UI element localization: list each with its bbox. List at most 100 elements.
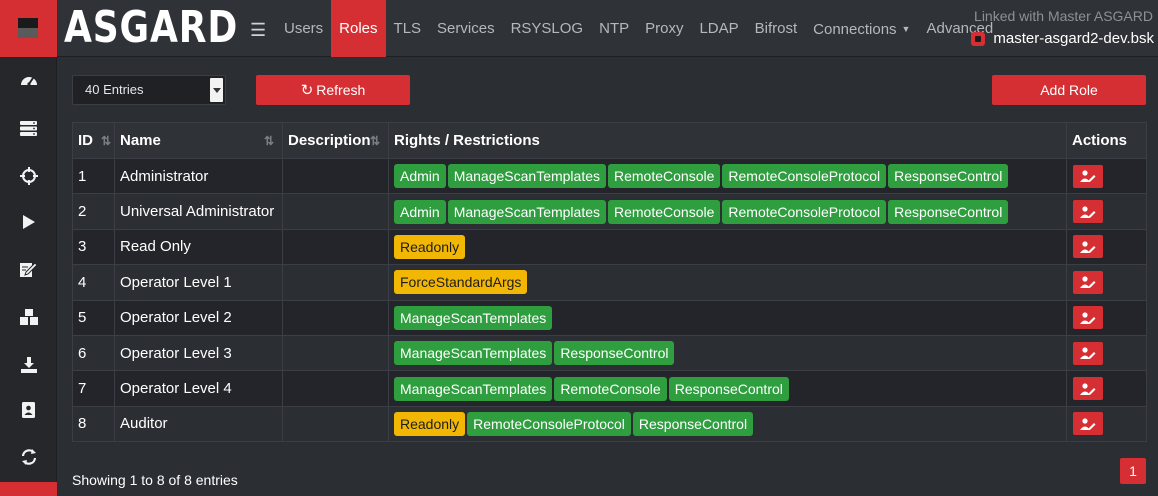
linked-master-label: Linked with Master ASGARD <box>974 8 1153 24</box>
nav-item-tls[interactable]: TLS <box>386 0 430 57</box>
nav-item-roles[interactable]: Roles <box>331 0 386 57</box>
servers-icon[interactable] <box>0 110 57 146</box>
right-badge: RemoteConsoleProtocol <box>467 411 631 436</box>
column-header-name[interactable]: Name ⇅ <box>114 122 283 159</box>
download-icon[interactable] <box>0 347 57 383</box>
right-badge: ManageScanTemplates <box>394 305 553 330</box>
user-edit-icon <box>1073 271 1103 294</box>
right-badge: RemoteConsole <box>608 164 721 189</box>
edit-role-button[interactable] <box>1073 200 1103 224</box>
nav-item-bifrost[interactable]: Bifrost <box>747 0 806 57</box>
cell-actions <box>1066 334 1147 372</box>
edit-role-button[interactable] <box>1073 341 1103 365</box>
right-badge: ResponseControl <box>554 341 675 366</box>
table-row: 3 Read Only Readonly <box>72 228 1147 266</box>
edit-role-button[interactable] <box>1073 164 1103 188</box>
play-icon[interactable] <box>0 204 57 240</box>
edit-role-button[interactable] <box>1073 306 1103 330</box>
right-badge: ResponseControl <box>888 164 1009 189</box>
nav-item-rsyslog[interactable]: RSYSLOG <box>503 0 592 57</box>
cell-name: Administrator <box>114 157 283 195</box>
entries-per-page-select[interactable]: 40 Entries <box>72 75 226 105</box>
cell-description <box>282 264 389 301</box>
edit-role-button[interactable] <box>1073 412 1103 436</box>
cell-rights: Admin ManageScanTemplates RemoteConsole Rem… <box>388 157 1067 195</box>
nav-item-users[interactable]: Users <box>276 0 331 57</box>
cell-rights: Readonly <box>388 228 1067 266</box>
nav-item-ntp[interactable]: NTP <box>591 0 637 57</box>
table-header-row: ID ⇅ Name ⇅ Description ⇅ Rights / Restrict… <box>72 122 1147 159</box>
right-badge: Readonly <box>394 234 466 259</box>
nav-item-services[interactable]: Services <box>429 0 503 57</box>
add-role-button[interactable]: Add Role <box>992 75 1146 105</box>
dashboard-icon[interactable] <box>0 62 57 98</box>
user-edit-icon <box>1073 200 1103 223</box>
right-badge: Admin <box>394 164 446 189</box>
refresh-icon: ↻ <box>300 82 314 99</box>
nav-item-proxy[interactable]: Proxy <box>637 0 691 57</box>
right-badge: RemoteConsole <box>554 376 667 401</box>
cell-id: 1 <box>72 157 115 195</box>
nav-item-label: Proxy <box>645 20 684 37</box>
cell-actions <box>1066 370 1147 407</box>
crosshair-icon[interactable] <box>0 158 57 194</box>
user-edit-icon <box>1073 377 1103 400</box>
cell-id: 4 <box>72 264 115 301</box>
right-badge: RemoteConsoleProtocol <box>722 164 887 189</box>
column-header-description-label: Description <box>288 132 371 149</box>
cell-description <box>282 193 389 230</box>
refresh-label: Refresh <box>316 82 366 98</box>
column-header-id[interactable]: ID ⇅ <box>72 122 115 159</box>
refresh-button[interactable]: ↻ Refresh <box>256 75 410 105</box>
nav-item-label: TLS <box>393 20 422 37</box>
cell-name: Operator Level 3 <box>114 334 283 372</box>
cell-name: Operator Level 1 <box>114 264 283 301</box>
sort-icon: ⇅ <box>369 134 380 148</box>
logo-mark-icon <box>18 18 38 38</box>
right-badge: ResponseControl <box>668 376 789 401</box>
right-badge: ManageScanTemplates <box>394 376 553 401</box>
top-bar: ASGARD ☰ Users Roles TLS Services RSYSLOG NTP… <box>0 0 1158 57</box>
brand-title[interactable]: ASGARD <box>64 2 238 54</box>
user-edit-icon <box>1073 412 1103 435</box>
column-header-description[interactable]: Description ⇅ <box>282 122 389 159</box>
table-row: 7 Operator Level 4 ManageScanTemplates Remo… <box>72 370 1147 407</box>
sidebar <box>0 57 57 496</box>
edit-role-button[interactable] <box>1073 235 1103 259</box>
server-status-icon <box>971 31 986 46</box>
pagination-page-1[interactable]: 1 <box>1120 458 1146 484</box>
caret-down-icon: ▼ <box>901 24 911 34</box>
nav-item-label: NTP <box>599 20 630 37</box>
cell-rights: Readonly RemoteConsoleProtocol ResponseCon… <box>388 405 1067 443</box>
edit-document-icon[interactable] <box>0 251 57 287</box>
logo[interactable] <box>0 0 57 57</box>
cell-actions <box>1066 299 1147 336</box>
id-badge-icon[interactable] <box>0 392 57 428</box>
user-edit-icon <box>1073 342 1103 365</box>
edit-role-button[interactable] <box>1073 270 1103 294</box>
user-edit-icon <box>1073 165 1103 188</box>
cell-actions <box>1066 405 1147 443</box>
right-badge: ResponseControl <box>632 411 754 436</box>
user-edit-icon <box>1073 306 1103 329</box>
right-badge: ManageScanTemplates <box>447 164 606 189</box>
cell-id: 2 <box>72 193 115 230</box>
right-badge: Admin <box>394 199 446 224</box>
hamburger-menu-icon[interactable]: ☰ <box>250 20 266 41</box>
right-badge: Readonly <box>394 411 466 436</box>
cell-id: 7 <box>72 370 115 407</box>
nav-item-ldap[interactable]: LDAP <box>691 0 746 57</box>
nav-item-label: Roles <box>339 20 378 37</box>
sync-icon[interactable] <box>0 439 57 475</box>
nav-item-connections[interactable]: Connections ▼ <box>805 0 918 57</box>
master-host-link[interactable]: master-asgard2-dev.bsk <box>971 30 1154 47</box>
cell-actions <box>1066 193 1147 230</box>
cell-description <box>282 157 389 195</box>
user-edit-icon <box>1073 235 1103 258</box>
table-row: 4 Operator Level 1 ForceStandardArgs <box>72 264 1147 301</box>
column-header-actions-label: Actions <box>1072 132 1128 149</box>
column-header-rights: Rights / Restrictions <box>388 122 1067 159</box>
cell-description <box>282 299 389 336</box>
boxes-icon[interactable] <box>0 299 57 335</box>
edit-role-button[interactable] <box>1073 377 1103 401</box>
